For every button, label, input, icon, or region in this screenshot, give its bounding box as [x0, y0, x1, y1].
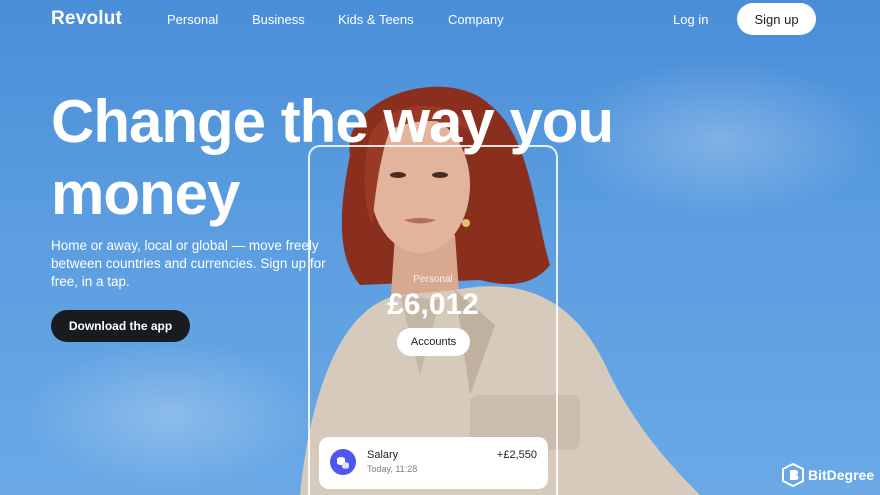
revolut-logo[interactable]: Revolut — [51, 8, 122, 30]
transaction-name: Salary — [367, 449, 399, 461]
bitdegree-logo-icon — [782, 463, 804, 487]
headline-line-1: Change the way you — [51, 88, 614, 155]
hero-subtext: Home or away, local or global — move fre… — [51, 238, 326, 289]
transaction-amount: +£2,550 — [496, 449, 537, 461]
account-balance: £6,012 — [387, 288, 479, 321]
top-navigation: Revolut Personal Business Kids & Teens C… — [0, 0, 880, 38]
nav-business[interactable]: Business — [252, 12, 305, 27]
nav-company[interactable]: Company — [448, 12, 504, 27]
watermark-text: BitDegree — [808, 467, 875, 483]
headline-line-2: money — [51, 160, 240, 227]
accounts-button[interactable]: Accounts — [397, 328, 470, 356]
bitdegree-watermark: BitDegree — [782, 463, 874, 487]
hero-headline: Change the way you money — [51, 86, 691, 230]
sky-cloud — [20, 340, 320, 490]
coins-icon — [330, 449, 356, 475]
transaction-card: Salary Today, 11:28 +£2,550 — [319, 437, 548, 489]
transaction-time: Today, 11:28 — [367, 464, 418, 474]
account-label: Personal — [413, 274, 453, 285]
download-app-button[interactable]: Download the app — [51, 310, 190, 342]
nav-personal[interactable]: Personal — [167, 12, 218, 27]
login-link[interactable]: Log in — [673, 12, 708, 27]
nav-kids-teens[interactable]: Kids & Teens — [338, 12, 414, 27]
signup-button[interactable]: Sign up — [737, 3, 816, 35]
